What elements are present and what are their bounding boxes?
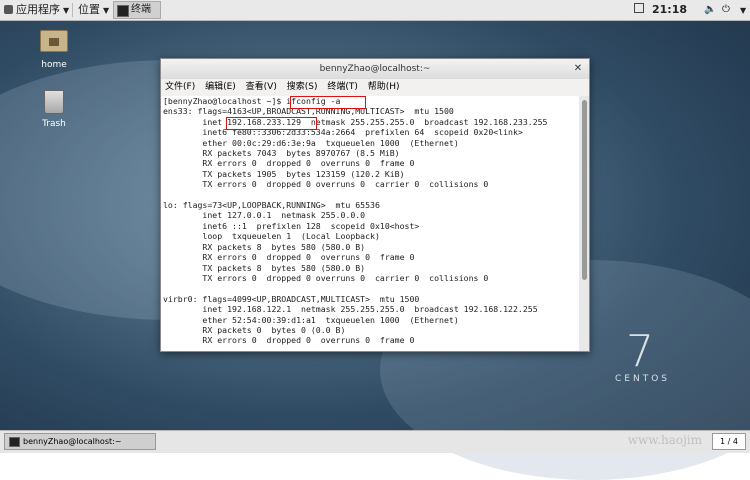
- terminal-line: [bennyZhao@localhost ~]$ ifconfig -a: [163, 96, 341, 106]
- divider: [72, 3, 73, 17]
- apps-menu-icon: [4, 5, 13, 14]
- terminal-line: RX packets 8 bytes 580 (580.0 B): [163, 241, 366, 252]
- top-panel: 应用程序 ▼ 位置 ▼ 终端 21:18 🔈 ⏻ ▼: [0, 0, 750, 21]
- terminal-line: inet6 ::1 prefixlen 128 scopeid 0x10<hos…: [163, 220, 420, 231]
- highlight-command: [290, 96, 366, 109]
- terminal-line: TX errors 0 dropped 0 overruns 0 carrier…: [163, 179, 489, 190]
- terminal-app-label: 终端: [131, 4, 151, 15]
- trash-icon: [44, 90, 64, 114]
- highlight-ip-address: [226, 117, 317, 130]
- menu-file[interactable]: 文件(F): [165, 82, 195, 92]
- desktop-icon-label: home: [41, 60, 67, 70]
- terminal-window[interactable]: bennyZhao@localhost:~ ✕ 文件(F) 编辑(E) 查看(V…: [160, 58, 590, 352]
- menu-view[interactable]: 查看(V): [246, 82, 277, 92]
- window-titlebar[interactable]: bennyZhao@localhost:~ ✕: [161, 59, 589, 79]
- close-icon[interactable]: ✕: [571, 62, 585, 76]
- workspace-pager[interactable]: 1 / 4: [712, 433, 746, 450]
- menu-terminal[interactable]: 终端(T): [327, 82, 358, 92]
- menu-help[interactable]: 帮助(H): [368, 82, 400, 92]
- apps-menu-label: 应用程序: [16, 3, 60, 16]
- terminal-line: virbr0: flags=4099<UP,BROADCAST,MULTICAS…: [163, 293, 420, 304]
- places-menu[interactable]: 位置 ▼: [78, 0, 109, 20]
- terminal-line: lo: flags=73<UP,LOOPBACK,RUNNING> mtu 65…: [163, 200, 380, 211]
- desktop-icon-label: Trash: [42, 119, 66, 129]
- caret-down-icon[interactable]: ▼: [737, 0, 746, 20]
- desktop-icon-trash[interactable]: Trash: [24, 90, 84, 129]
- volume-icon[interactable]: 🔈: [704, 0, 716, 20]
- apps-menu[interactable]: 应用程序 ▼: [4, 0, 69, 20]
- folder-icon: [40, 30, 68, 52]
- centos-logo: 7 CENTOS: [615, 326, 670, 385]
- caret-down-icon: ▼: [103, 6, 110, 15]
- terminal-output[interactable]: [bennyZhao@localhost ~]$ ifconfig -a ens3…: [161, 96, 580, 351]
- menu-bar: 文件(F) 编辑(E) 查看(V) 搜索(S) 终端(T) 帮助(H): [161, 79, 589, 95]
- terminal-line: RX errors 0 dropped 0 overruns 0 frame 0: [163, 252, 415, 263]
- scrollbar[interactable]: [579, 96, 589, 351]
- terminal-line: RX packets 7043 bytes 8970767 (8.5 MiB): [163, 148, 400, 159]
- terminal-app-button[interactable]: 终端: [113, 1, 161, 19]
- desktop-icon-home[interactable]: home: [24, 30, 84, 70]
- terminal-line: inet 192.168.122.1 netmask 255.255.255.0…: [163, 304, 538, 315]
- terminal-line: ether 00:0c:29:d6:3e:9a txqueuelen 1000 …: [163, 137, 459, 148]
- terminal-line: TX packets 1905 bytes 123159 (120.2 KiB): [163, 168, 405, 179]
- menu-edit[interactable]: 编辑(E): [205, 82, 236, 92]
- window-title: bennyZhao@localhost:~: [319, 64, 431, 74]
- language-icon[interactable]: [634, 0, 644, 20]
- terminal-line: TX errors 0 dropped 0 overruns 0 carrier…: [163, 272, 489, 283]
- terminal-line: RX errors 0 dropped 0 overruns 0 frame 0: [163, 158, 415, 169]
- terminal-line: TX packets 8 bytes 580 (580.0 B): [163, 262, 366, 273]
- taskbar-item-label: bennyZhao@localhost:~: [23, 437, 122, 446]
- terminal-line: loop txqueuelen 1 (Local Loopback): [163, 231, 380, 242]
- caret-down-icon: ▼: [63, 6, 70, 15]
- terminal-icon: [117, 5, 129, 17]
- terminal-icon: [9, 437, 20, 447]
- terminal-line: inet 127.0.0.1 netmask 255.0.0.0: [163, 210, 366, 221]
- places-menu-label: 位置: [78, 3, 100, 16]
- watermark: www.haojim: [627, 433, 702, 447]
- centos-version: 7: [626, 326, 654, 377]
- menu-search[interactable]: 搜索(S): [287, 82, 318, 92]
- terminal-line: ens33: flags=4163<UP,BROADCAST,RUNNING,M…: [163, 106, 454, 117]
- clock[interactable]: 21:18: [652, 0, 687, 20]
- terminal-line: ether 52:54:00:39:d1:a1 txqueuelen 1000 …: [163, 314, 459, 325]
- centos-name: CENTOS: [615, 374, 670, 384]
- scrollbar-thumb[interactable]: [582, 100, 587, 280]
- power-icon[interactable]: ⏻: [722, 0, 730, 20]
- taskbar-item-terminal[interactable]: bennyZhao@localhost:~: [4, 433, 156, 450]
- terminal-line: RX errors 0 dropped 0 overruns 0 frame 0: [163, 335, 415, 346]
- terminal-line: RX packets 0 bytes 0 (0.0 B): [163, 324, 346, 335]
